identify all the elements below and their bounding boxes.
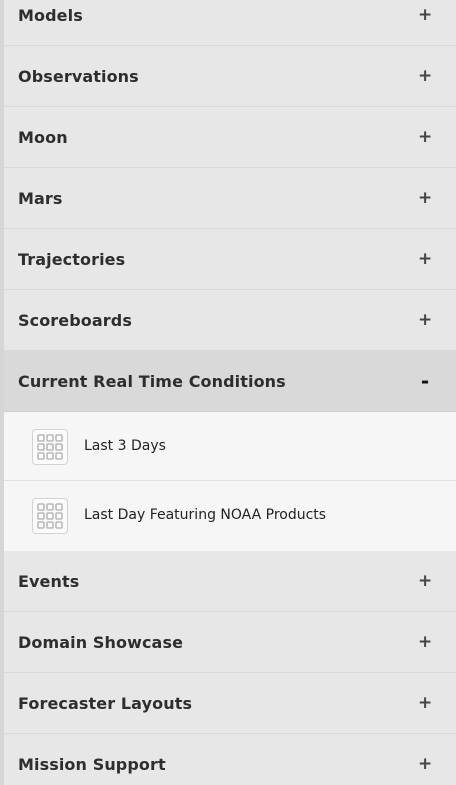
grid-layout-icon	[32, 498, 68, 534]
expand-plus-icon[interactable]: +	[418, 612, 432, 673]
menu-item-models[interactable]: Models +	[0, 0, 456, 46]
menu-item-observations[interactable]: Observations +	[0, 46, 456, 107]
submenu-current-real-time-conditions: Last 3 Days Last Day Featuring NOAA Prod…	[0, 412, 456, 551]
menu-item-label: Domain Showcase	[18, 633, 184, 652]
grid-layout-icon	[32, 429, 68, 465]
menu-item-label: Current Real Time Conditions	[18, 372, 286, 391]
menu-item-label: Models	[18, 6, 83, 25]
expand-plus-icon[interactable]: +	[418, 229, 432, 290]
layout-menu-panel: Models + Observations + Moon + Mars + Tr…	[0, 0, 456, 785]
menu-item-label: Trajectories	[18, 250, 126, 269]
menu-item-label: Scoreboards	[18, 311, 132, 330]
expand-plus-icon[interactable]: +	[418, 0, 432, 46]
menu-item-mission-support[interactable]: Mission Support +	[0, 734, 456, 785]
collapse-minus-icon[interactable]: -	[418, 351, 432, 412]
menu-list: Models + Observations + Moon + Mars + Tr…	[0, 0, 456, 785]
menu-item-events[interactable]: Events +	[0, 551, 456, 612]
submenu-item-label: Last Day Featuring NOAA Products	[84, 507, 327, 523]
expand-plus-icon[interactable]: +	[418, 551, 432, 612]
menu-item-moon[interactable]: Moon +	[0, 107, 456, 168]
menu-item-trajectories[interactable]: Trajectories +	[0, 229, 456, 290]
menu-item-label: Forecaster Layouts	[18, 694, 193, 713]
menu-item-current-real-time-conditions[interactable]: Current Real Time Conditions -	[0, 351, 456, 412]
expand-plus-icon[interactable]: +	[418, 107, 432, 168]
menu-item-forecaster-layouts[interactable]: Forecaster Layouts +	[0, 673, 456, 734]
submenu-item-last-3-days[interactable]: Last 3 Days	[0, 412, 456, 481]
menu-item-label: Mission Support	[18, 755, 166, 774]
menu-item-label: Observations	[18, 67, 139, 86]
menu-item-label: Mars	[18, 189, 63, 208]
submenu-item-label: Last 3 Days	[84, 438, 166, 454]
submenu-item-last-day-noaa[interactable]: Last Day Featuring NOAA Products	[0, 481, 456, 551]
expand-plus-icon[interactable]: +	[418, 734, 432, 785]
expand-plus-icon[interactable]: +	[418, 290, 432, 351]
panel-left-border	[0, 0, 4, 785]
menu-item-domain-showcase[interactable]: Domain Showcase +	[0, 612, 456, 673]
expand-plus-icon[interactable]: +	[418, 168, 432, 229]
expand-plus-icon[interactable]: +	[418, 46, 432, 107]
menu-item-mars[interactable]: Mars +	[0, 168, 456, 229]
menu-item-scoreboards[interactable]: Scoreboards +	[0, 290, 456, 351]
expand-plus-icon[interactable]: +	[418, 673, 432, 734]
menu-item-label: Events	[18, 572, 80, 591]
menu-item-label: Moon	[18, 128, 68, 147]
